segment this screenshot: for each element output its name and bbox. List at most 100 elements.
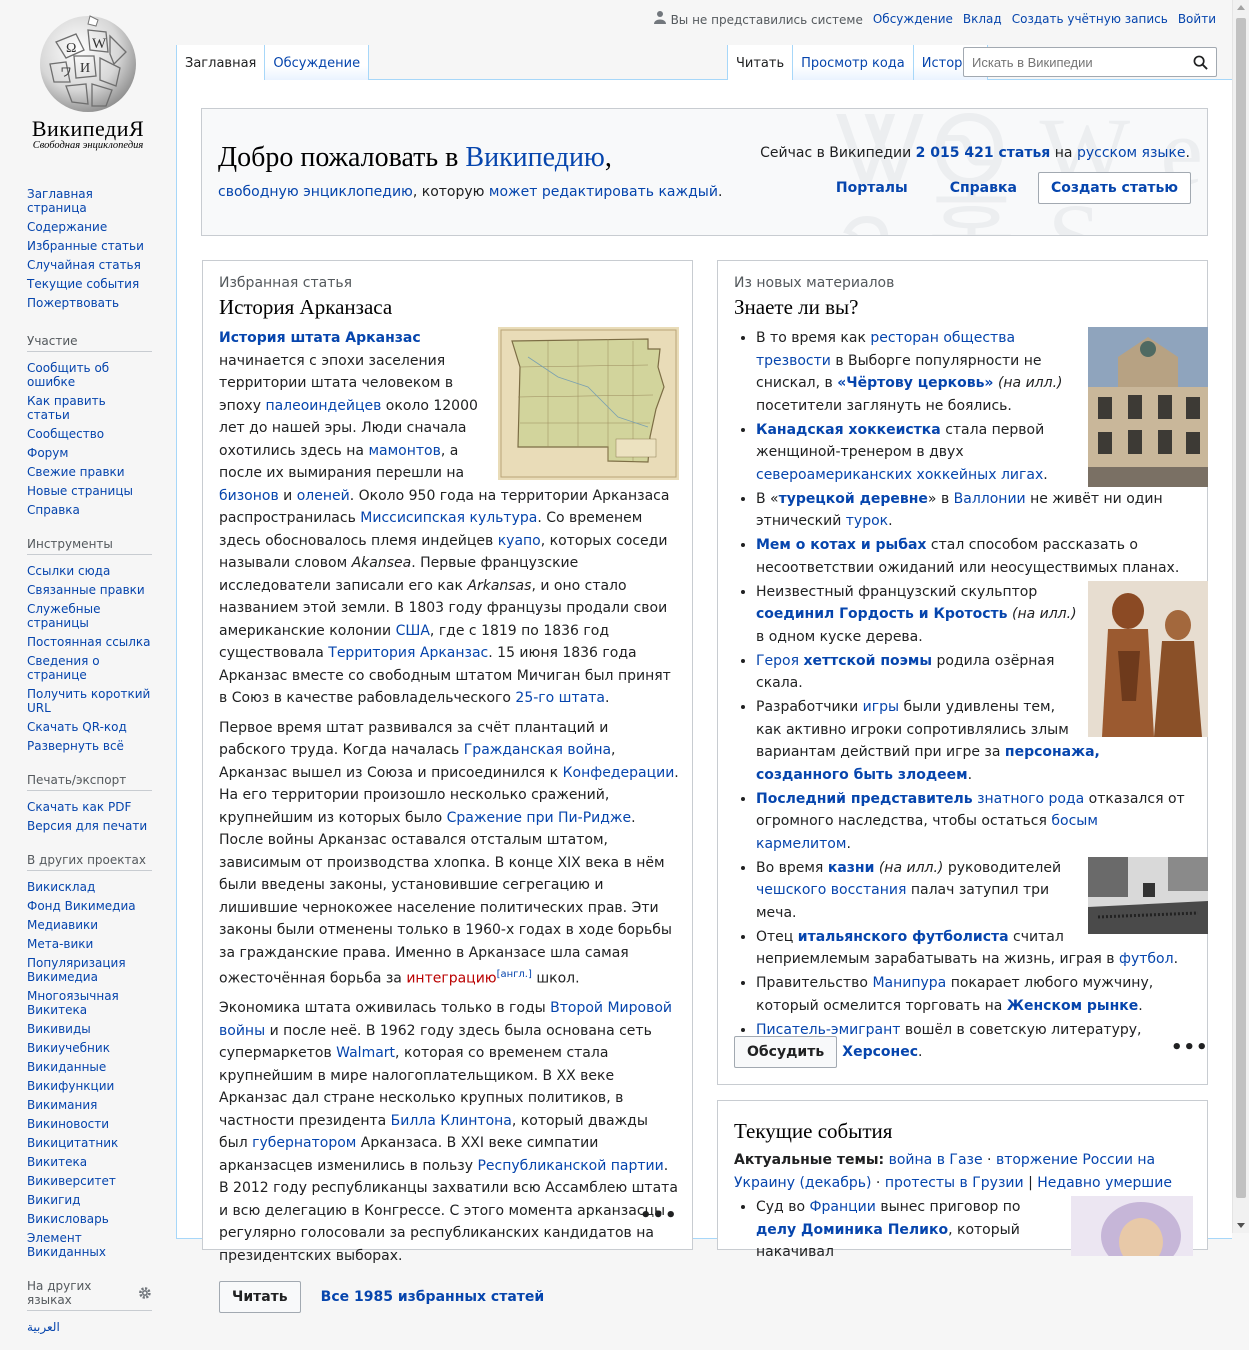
sidebar-item-contents[interactable]: Содержание	[27, 217, 152, 236]
dyk-list: В то время как ресторан общества трезвос…	[734, 327, 1208, 1065]
tab-main-page[interactable]: Заглавная	[176, 45, 266, 80]
gear-icon[interactable]	[138, 1286, 152, 1300]
tab-read[interactable]: Читать	[727, 45, 794, 80]
discuss-button[interactable]: Обсудить	[734, 1036, 838, 1068]
sidebar-item-wikinews[interactable]: Викиновости	[27, 1114, 152, 1133]
wikipedia-logo[interactable]: Ω W И ワ ВикипедиЯ Свободная энциклопедия	[0, 0, 176, 160]
sidebar-item-permanent-link[interactable]: Постоянная ссылка	[27, 632, 152, 651]
topic-georgia-link[interactable]: протесты в Грузии	[885, 1175, 1024, 1191]
sidebar-item-lang-arabic[interactable]: العربية	[27, 1317, 152, 1336]
sidebar-item-expand-all[interactable]: Развернуть всё	[27, 736, 152, 755]
namespace-tabs: Заглавная Обсуждение	[176, 45, 370, 80]
sidebar-item-wikispecies[interactable]: Викивиды	[27, 1019, 152, 1038]
sidebar-item-outreach[interactable]: Популяризация Викимедиа	[27, 953, 152, 986]
featured-more-menu[interactable]: •••	[640, 1205, 678, 1226]
page-scrollbar[interactable]	[1232, 0, 1249, 1233]
login-link[interactable]: Войти	[1178, 12, 1216, 26]
view-tabs: Читать Просмотр кода История	[727, 45, 988, 80]
sidebar-item-qr-code[interactable]: Скачать QR-код	[27, 717, 152, 736]
sidebar-item-recent-changes[interactable]: Свежие правки	[27, 462, 152, 481]
search-input[interactable]	[964, 48, 1184, 76]
create-account-link[interactable]: Создать учётную запись	[1012, 12, 1168, 26]
sidebar-item-foundation[interactable]: Фонд Викимедиа	[27, 896, 152, 915]
free-encyclopedia-link[interactable]: свободную энциклопедию	[218, 184, 413, 200]
list-item: Мем о котах и рыбах стал способом расска…	[756, 534, 1192, 579]
scrollbar-thumb[interactable]	[1236, 18, 1246, 1198]
sidebar-item-what-links-here[interactable]: Ссылки сюда	[27, 561, 152, 580]
sidebar-item-how-to-edit[interactable]: Как править статьи	[27, 391, 152, 424]
article-count: Сейчас в Википедии 2 015 421 статья на р…	[760, 145, 1190, 161]
header-talk-link[interactable]: Обсуждение	[873, 12, 953, 26]
france-link[interactable]: Франции	[809, 1199, 875, 1215]
events-topics: Актуальные темы: война в Газе · вторжени…	[734, 1152, 1172, 1191]
header-contributions-link[interactable]: Вклад	[963, 12, 1002, 26]
dyk-more-menu[interactable]: •••	[1171, 1037, 1209, 1058]
sidebar-item-help[interactable]: Справка	[27, 500, 152, 519]
sidebar-item-wikimania[interactable]: Викимания	[27, 1095, 152, 1114]
search-icon[interactable]	[1193, 55, 1208, 70]
sidebar-item-main-page[interactable]: Заглавная страница	[27, 184, 152, 217]
sidebar-item-wikibooks[interactable]: Викиучебник	[27, 1038, 152, 1057]
execution-engraving-image[interactable]	[1088, 856, 1208, 934]
sidebar-item-printable[interactable]: Версия для печати	[27, 816, 152, 835]
sidebar-item-current-events[interactable]: Текущие события	[27, 274, 152, 293]
russian-language-link[interactable]: русском языке	[1077, 145, 1186, 161]
help-link[interactable]: Справка	[929, 180, 1038, 196]
sidebar-item-short-url[interactable]: Получить короткий URL	[27, 684, 152, 717]
sidebar-item-wikifunctions[interactable]: Викифункции	[27, 1076, 152, 1095]
all-featured-link[interactable]: Все 1985 избранных статей	[321, 1286, 545, 1309]
sidebar-item-community[interactable]: Сообщество	[27, 424, 152, 443]
sidebar-item-special-pages[interactable]: Служебные страницы	[27, 599, 152, 632]
scroll-down-icon[interactable]	[1237, 1223, 1245, 1228]
news-photo[interactable]	[1071, 1196, 1193, 1256]
list-item: В то время как ресторан общества трезвос…	[756, 327, 1208, 487]
tab-discussion[interactable]: Обсуждение	[265, 45, 370, 80]
dyk-title: Знаете ли вы?	[734, 295, 859, 319]
sidebar-item-random[interactable]: Случайная статья	[27, 255, 152, 274]
scroll-up-icon[interactable]	[1237, 5, 1245, 10]
sidebar-item-download-pdf[interactable]: Скачать как PDF	[27, 797, 152, 816]
topic-gaza-link[interactable]: война в Газе	[889, 1152, 983, 1168]
sidebar-item-wikiversity[interactable]: Викиверситет	[27, 1171, 152, 1190]
sidebar-item-related-changes[interactable]: Связанные правки	[27, 580, 152, 599]
sidebar-item-forum[interactable]: Форум	[27, 443, 152, 462]
list-item: Во время казни (на илл.) руководителей ч…	[756, 856, 1208, 934]
sidebar-item-wikivoyage[interactable]: Викигид	[27, 1190, 152, 1209]
sidebar-item-mediawiki[interactable]: Медиавики	[27, 915, 152, 934]
user-icon	[653, 11, 666, 24]
events-title: Текущие события	[734, 1119, 893, 1143]
list-item: В «турецкой деревне» в Валлонии не живёт…	[756, 488, 1192, 533]
portals-link[interactable]: Порталы	[815, 180, 929, 196]
read-featured-button[interactable]: Читать	[219, 1281, 301, 1314]
sidebar-item-commons[interactable]: Викисклад	[27, 877, 152, 896]
recent-deaths-link[interactable]: Недавно умершие	[1037, 1175, 1172, 1191]
dyk-kicker: Из новых материалов	[734, 275, 895, 291]
featured-title[interactable]: История Арканзаса	[219, 295, 392, 320]
sidebar-item-featured[interactable]: Избранные статьи	[27, 236, 152, 255]
sidebar-item-wikiquote[interactable]: Викицитатник	[27, 1133, 152, 1152]
building-photo[interactable]	[1088, 327, 1208, 487]
featured-kicker: Избранная статья	[219, 275, 353, 291]
sidebar-item-wiktionary[interactable]: Викисловарь	[27, 1209, 152, 1228]
sidebar-item-donate[interactable]: Пожертвовать	[27, 293, 152, 312]
sidebar-item-wikisource[interactable]: Викитека	[27, 1152, 152, 1171]
did-you-know-card: Из новых материалов Знаете ли вы? В то в…	[717, 260, 1208, 1085]
create-article-button[interactable]: Создать статью	[1037, 172, 1191, 204]
sculpture-photo[interactable]	[1088, 580, 1208, 737]
sidebar-item-wikidata[interactable]: Викиданные	[27, 1057, 152, 1076]
sidebar-heading-print: Печать/экспорт	[27, 773, 152, 791]
wikipedia-link[interactable]: Википедию	[465, 142, 604, 173]
article-count-link[interactable]: 2 015 421 статья	[916, 145, 1051, 161]
sidebar-item-multilingual-wikisource[interactable]: Многоязычная Викитека	[27, 986, 152, 1019]
sidebar-item-report-error[interactable]: Сообщить об ошибке	[27, 358, 152, 391]
sidebar-heading-participation: Участие	[27, 334, 152, 352]
sidebar-tools: Инструменты Ссылки сюда Связанные правки…	[27, 537, 152, 755]
sidebar-item-page-info[interactable]: Сведения о странице	[27, 651, 152, 684]
sidebar-item-new-pages[interactable]: Новые страницы	[27, 481, 152, 500]
tab-view-source[interactable]: Просмотр кода	[793, 45, 914, 80]
anyone-can-edit-link[interactable]: может редактировать каждый	[489, 184, 718, 200]
arkansas-map-image[interactable]	[498, 327, 679, 480]
sidebar-item-meta[interactable]: Мета-вики	[27, 934, 152, 953]
pelicot-case-link[interactable]: делу Доминика Пелико	[756, 1222, 948, 1238]
welcome-subtitle: свободную энциклопедию, которую может ре…	[218, 184, 723, 200]
